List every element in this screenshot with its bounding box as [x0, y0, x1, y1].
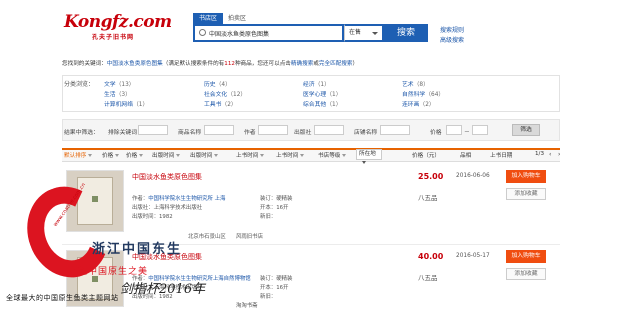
filter-name-label: 商品名称	[178, 130, 202, 136]
watermark: www.cnative.com.cn 浙江中国东生 守望中国原生之美 剑指杯20…	[0, 174, 230, 307]
category-item[interactable]: 文学（13）	[104, 79, 135, 88]
logo-subtitle: 孔夫子旧书网	[92, 34, 135, 41]
category-label: 分类浏览：	[64, 81, 95, 88]
category-item[interactable]: 连环画（2）	[402, 99, 435, 108]
search-input-value: 中国淡水鱼类原色图集	[209, 31, 270, 38]
sort-pubdate-desc[interactable]: 出版时间	[190, 151, 219, 159]
result-count: 112	[224, 61, 235, 67]
filter-label: 结果中筛选：	[64, 130, 99, 136]
filter-price-label: 价格	[430, 130, 442, 136]
filter-button[interactable]: 筛选	[512, 124, 540, 136]
add-to-cart-button[interactable]: 加入购物车	[506, 170, 546, 183]
category-item[interactable]: 医学心理（1）	[303, 89, 342, 98]
filter-price-min-input[interactable]	[446, 125, 462, 135]
book-binding: 装订：硬精装	[260, 196, 293, 202]
sort-arrow-icon	[300, 154, 305, 157]
sort-shop-level[interactable]: 书店等级	[318, 151, 347, 159]
result-keyword: 中国淡水鱼类原色图集	[106, 61, 163, 67]
sort-listdate-asc[interactable]: 上书时间	[236, 151, 265, 159]
filter-exclude-label: 排除关键词	[108, 130, 137, 136]
filter-author-label: 作者	[244, 130, 256, 136]
search-button[interactable]: 搜索	[384, 24, 428, 42]
sort-arrow-icon	[88, 154, 93, 157]
book-newness: 新旧：	[260, 214, 277, 220]
book-condition: 八五品	[418, 194, 438, 202]
sort-price-asc[interactable]: 价格	[102, 151, 120, 159]
category-item[interactable]: 生活（3）	[104, 89, 131, 98]
sort-arrow-icon	[342, 154, 347, 157]
book-price: 40.00	[418, 252, 444, 261]
tab-auction[interactable]: 拍卖区	[222, 13, 252, 24]
add-favorite-button[interactable]: 添加收藏	[506, 188, 546, 200]
add-to-cart-button[interactable]: 加入购物车	[506, 250, 546, 263]
sort-default[interactable]: 默认排序	[64, 151, 93, 159]
book-newness: 新旧：	[260, 294, 277, 300]
advanced-search-link[interactable]: 高级搜索	[440, 35, 464, 44]
search-scope-select[interactable]: 在售	[344, 24, 384, 42]
sort-arrow-icon	[260, 154, 265, 157]
tab-bookstore[interactable]: 书店区	[193, 13, 224, 24]
prev-page-icon[interactable]: ‹	[549, 151, 551, 158]
watermark-line2: 守望中国原生之美	[68, 267, 149, 277]
category-item[interactable]: 历史（4）	[204, 79, 231, 88]
category-item[interactable]: 工具书（2）	[204, 99, 237, 108]
next-page-icon[interactable]: ›	[558, 151, 560, 158]
watermark-line3: 剑指杯2016年	[120, 282, 206, 297]
full-match-search-link[interactable]: 完全匹配搜索	[319, 61, 353, 67]
sort-listdate-desc[interactable]: 上书时间	[276, 151, 305, 159]
col-date-label: 上书日期	[490, 153, 513, 159]
sort-arrow-icon	[214, 154, 219, 157]
sort-price-desc[interactable]: 价格	[126, 151, 144, 159]
result-summary: 您找到的关键词：中国淡水鱼类原色图集（满足默认搜索条件的有112种商品，您还可以…	[62, 61, 359, 67]
shop-name[interactable]: 淘淘书斋	[236, 301, 258, 309]
add-favorite-button[interactable]: 添加收藏	[506, 268, 546, 280]
filter-author-input[interactable]	[258, 125, 288, 135]
book-price: 25.00	[418, 172, 444, 181]
sort-arrow-icon	[176, 154, 181, 157]
col-price-label: 价格（元）	[412, 153, 440, 159]
book-size: 开本：16开	[260, 285, 289, 291]
filter-shop-label: 店铺名称	[354, 130, 378, 136]
filter-publisher-label: 出版社	[294, 130, 312, 136]
sort-arrow-icon	[139, 154, 144, 157]
filter-name-input[interactable]	[204, 125, 234, 135]
watermark-line4: 全球最大的中国原生鱼类主题网站	[6, 294, 119, 302]
site-logo[interactable]: Kongfz.com 孔夫子旧书网	[62, 8, 172, 44]
shop-name[interactable]: 风雨旧书店	[236, 232, 263, 240]
search-icon	[199, 29, 206, 36]
search-rules-link[interactable]: 搜索规则	[440, 25, 464, 34]
col-condition-label: 品相	[460, 153, 472, 159]
search-scope-value: 在售	[349, 29, 362, 36]
category-item[interactable]: 艺术（8）	[402, 79, 429, 88]
category-item[interactable]: 综合其他（1）	[303, 99, 342, 108]
book-condition: 八五品	[418, 274, 438, 282]
logo-text: Kongfz.com	[64, 12, 172, 32]
category-item[interactable]: 经济（1）	[303, 79, 330, 88]
book-size: 开本：16开	[260, 205, 289, 211]
filter-price-dash: －	[464, 130, 470, 136]
filter-shop-input[interactable]	[380, 125, 410, 135]
category-item[interactable]: 自然科学（64）	[402, 89, 444, 98]
sort-arrow-icon	[115, 154, 120, 157]
filter-price-max-input[interactable]	[472, 125, 488, 135]
category-item[interactable]: 社会文化（12）	[204, 89, 246, 98]
category-item[interactable]: 计算机网络（1）	[104, 99, 148, 108]
location-select[interactable]: 所在地	[356, 149, 382, 164]
book-binding: 装订：硬精装	[260, 276, 293, 282]
page-indicator: 1/3	[535, 151, 545, 157]
filter-publisher-input[interactable]	[314, 125, 344, 135]
filter-exclude-input[interactable]	[138, 125, 168, 135]
sort-pubdate-asc[interactable]: 出版时间	[152, 151, 181, 159]
list-date: 2016-05-17	[456, 253, 490, 259]
list-date: 2016-06-06	[456, 173, 490, 179]
search-input[interactable]: 中国淡水鱼类原色图集	[193, 24, 344, 42]
chevron-down-icon	[362, 161, 366, 164]
chevron-down-icon	[372, 32, 378, 35]
exact-search-link[interactable]: 精确搜索	[291, 61, 313, 67]
watermark-line1: 浙江中国东生	[92, 242, 183, 257]
